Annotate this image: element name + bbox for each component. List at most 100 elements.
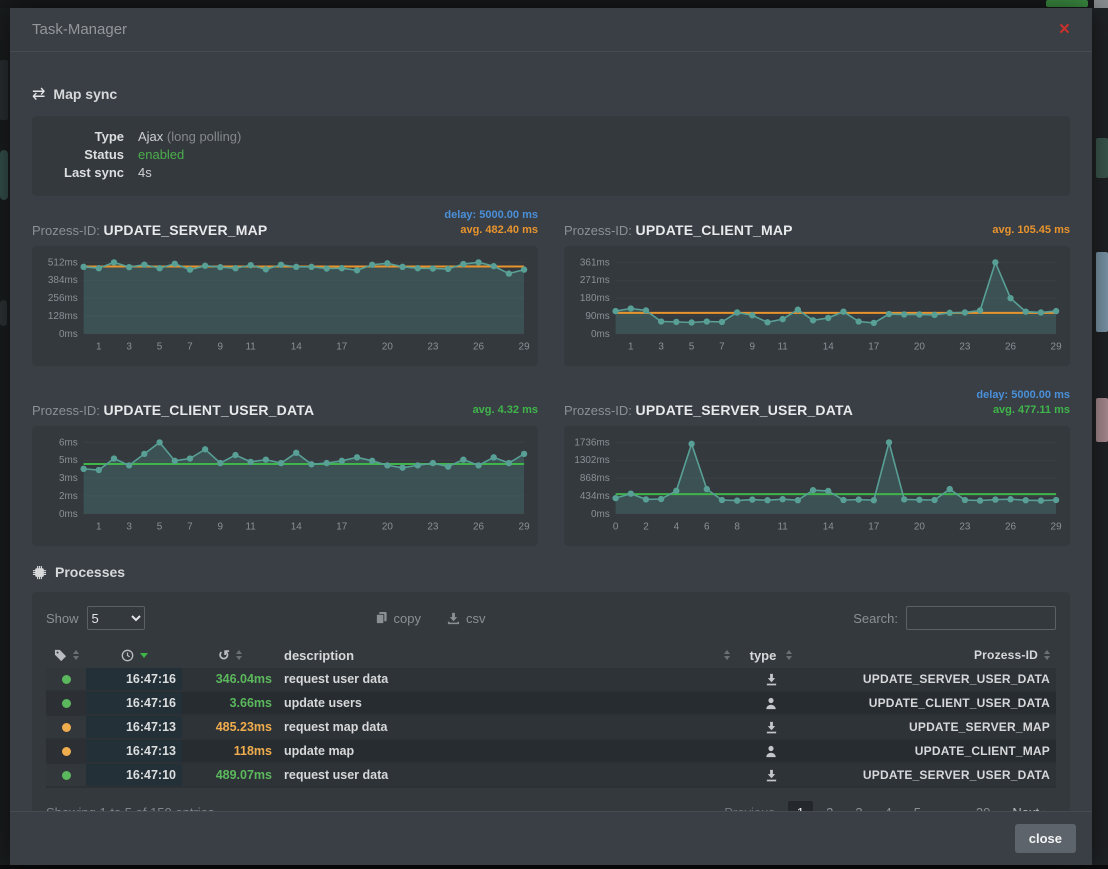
data-point <box>643 307 649 313</box>
type-value: Ajax (long polling) <box>138 128 241 146</box>
data-point <box>460 261 466 267</box>
charts-grid: Prozess-ID: UPDATE_SERVER_MAP delay: 500… <box>32 202 1070 546</box>
data-point <box>323 265 329 271</box>
chart-stats: avg. 105.45 ms <box>992 223 1070 238</box>
sort-description[interactable] <box>724 650 730 660</box>
x-tick-label: 8 <box>734 522 740 533</box>
x-tick-label: 11 <box>778 342 789 353</box>
data-point <box>749 312 755 318</box>
type-cell <box>736 769 806 782</box>
table-row[interactable]: 16:47:13118msupdate mapUPDATE_CLIENT_MAP <box>46 740 1056 764</box>
sort-prozess-id[interactable] <box>1044 650 1050 660</box>
x-tick-label: 3 <box>658 342 664 353</box>
data-point <box>460 456 466 462</box>
data-point <box>278 460 284 466</box>
task-manager-modal: Task-Manager × ⇄ Map sync Type Ajax (lon… <box>10 8 1092 865</box>
processes-table: ↺ description type Prozess-ID <box>46 642 1056 788</box>
series-area <box>84 262 524 333</box>
pagination-previous[interactable]: ‹ Previous <box>707 801 784 812</box>
pagination-page-1[interactable]: 1 <box>788 801 813 812</box>
data-point <box>111 455 117 461</box>
table-row[interactable]: 16:47:10489.07msrequest user dataUPDATE_… <box>46 764 1056 788</box>
delay-stat: delay: 5000.00 ms <box>976 388 1070 403</box>
sort-time-desc[interactable] <box>140 653 148 658</box>
description-column-header: description <box>278 648 736 663</box>
status-dot <box>62 723 71 732</box>
table-row[interactable]: 16:47:163.66msupdate usersUPDATE_CLIENT_… <box>46 692 1056 716</box>
table-row[interactable]: 16:47:13485.23msrequest map dataUPDATE_S… <box>46 716 1056 740</box>
data-point <box>855 318 861 324</box>
data-point <box>810 317 816 323</box>
data-point <box>96 467 102 473</box>
prozess-id-column-header: Prozess-ID <box>806 648 1056 662</box>
data-point <box>840 308 846 314</box>
y-tick-label: 2ms <box>59 491 78 502</box>
status-cell <box>46 716 86 738</box>
sort-type[interactable] <box>786 650 792 660</box>
data-point <box>232 452 238 458</box>
chart-stats: delay: 5000.00 ms avg. 482.40 ms <box>444 208 538 238</box>
page-size-select[interactable]: 5 <box>87 606 145 630</box>
prozess-id-cell: UPDATE_SERVER_MAP <box>806 720 1056 734</box>
data-point <box>248 459 254 465</box>
chart-svg: 361ms271ms180ms90ms0ms135791114172023262… <box>568 252 1066 364</box>
data-point <box>916 497 922 503</box>
pagination-page-3[interactable]: 3 <box>846 801 871 812</box>
show-label: Show <box>46 611 79 626</box>
x-tick-label: 7 <box>187 342 193 353</box>
data-point <box>947 486 953 492</box>
csv-button[interactable]: csv <box>447 611 486 626</box>
x-tick-label: 23 <box>959 522 971 533</box>
copy-button[interactable]: copy <box>375 611 421 626</box>
chart-header: Prozess-ID: UPDATE_CLIENT_USER_DATA avg.… <box>32 382 538 418</box>
data-point <box>187 266 193 272</box>
pagination-page-30[interactable]: 30 <box>967 801 999 812</box>
background-bottom-strip <box>0 865 1108 869</box>
chart-title: UPDATE_CLIENT_USER_DATA <box>104 402 315 418</box>
table-row[interactable]: 16:47:16346.04msrequest user dataUPDATE_… <box>46 668 1056 692</box>
background-fragment <box>0 150 8 200</box>
data-point <box>399 464 405 470</box>
close-button[interactable]: close <box>1015 824 1076 853</box>
data-point <box>217 460 223 466</box>
pagination-next[interactable]: Next › <box>1003 801 1056 812</box>
description-cell: update map <box>278 744 736 758</box>
data-point <box>628 305 634 311</box>
data-point <box>475 259 481 265</box>
data-point <box>506 270 512 276</box>
x-tick-label: 3 <box>126 342 132 353</box>
y-tick-label: 0ms <box>59 509 78 520</box>
map-sync-info-panel: Type Ajax (long polling) Status enabled … <box>32 116 1070 196</box>
type-cell <box>736 673 806 686</box>
data-point <box>764 497 770 503</box>
data-point <box>415 462 421 468</box>
pagination-page-5[interactable]: 5 <box>905 801 930 812</box>
data-point <box>232 265 238 271</box>
series-area <box>84 442 524 513</box>
x-tick-label: 23 <box>959 342 971 353</box>
map-sync-section-header: ⇄ Map sync <box>32 84 1070 104</box>
sort-duration[interactable] <box>236 650 242 660</box>
data-point <box>399 264 405 270</box>
data-point <box>1023 497 1029 503</box>
x-tick-label: 26 <box>1005 342 1017 353</box>
x-tick-label: 9 <box>218 342 224 353</box>
x-tick-label: 11 <box>246 342 257 353</box>
status-column-header <box>46 642 86 668</box>
data-point <box>871 320 877 326</box>
export-buttons: copy csv <box>375 611 486 626</box>
sort-status[interactable] <box>73 650 79 660</box>
y-tick-label: 128ms <box>48 311 78 322</box>
data-point <box>719 497 725 503</box>
type-column-header: type <box>736 648 806 663</box>
y-tick-label: 0ms <box>591 329 610 340</box>
info-row-status: Status enabled <box>48 146 1054 164</box>
close-icon[interactable]: × <box>1059 20 1070 39</box>
data-point <box>977 307 983 313</box>
data-point <box>962 497 968 503</box>
status-cell <box>46 764 86 786</box>
pagination-page-4[interactable]: 4 <box>876 801 901 812</box>
chart-canvas: 6ms5ms3ms2ms0ms1357911141720232629 <box>32 426 538 546</box>
pagination-page-2[interactable]: 2 <box>817 801 842 812</box>
search-input[interactable] <box>906 606 1056 630</box>
